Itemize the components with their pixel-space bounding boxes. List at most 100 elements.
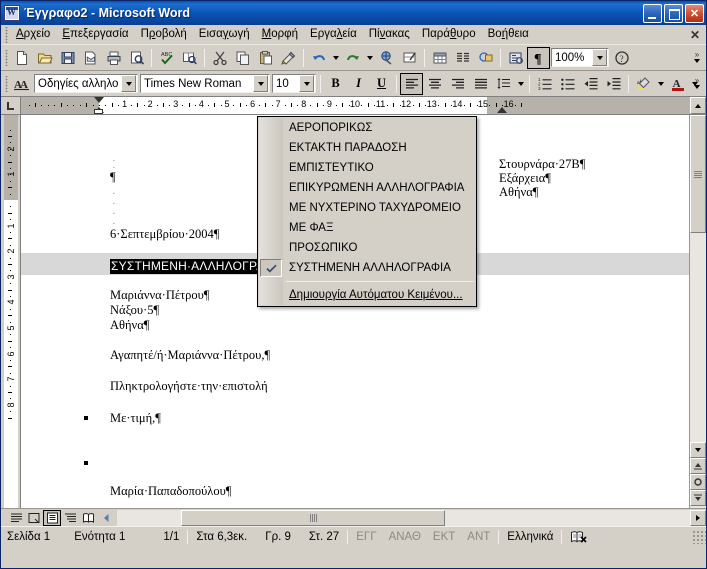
minimize-button[interactable] xyxy=(643,3,662,23)
vertical-ruler[interactable]: 2 1 1 2 3 4 5 6 7 8 xyxy=(1,115,21,508)
format-painter-icon[interactable] xyxy=(277,47,300,69)
print-layout-view-icon[interactable] xyxy=(43,509,61,526)
menu-item-tools[interactable]: Εργαλεία xyxy=(304,26,363,43)
status-language[interactable]: Ελληνικά xyxy=(501,530,559,545)
increase-indent-icon[interactable] xyxy=(602,73,625,95)
styles-and-formatting-icon[interactable]: AA xyxy=(10,73,33,95)
reading-layout-view-icon[interactable] xyxy=(79,510,97,526)
bold-button[interactable]: B xyxy=(324,73,347,95)
align-justify-icon[interactable] xyxy=(469,73,492,95)
previous-page-button[interactable] xyxy=(97,510,115,526)
left-indent-marker[interactable] xyxy=(94,109,103,114)
document-text-line[interactable]: Αγαπητέ/ή·Μαριάννα·Πέτρου,¶ xyxy=(110,348,270,363)
print-preview-icon[interactable] xyxy=(125,47,148,69)
zoom-dropdown-arrow-icon[interactable] xyxy=(592,49,607,66)
document-text-line[interactable]: Με·τιμή,¶ xyxy=(110,411,161,426)
bulleted-list-icon[interactable] xyxy=(556,73,579,95)
maximize-button[interactable] xyxy=(664,3,683,23)
zoom-combo[interactable]: 100% xyxy=(551,48,609,67)
menu-item-format[interactable]: Μορφή xyxy=(256,26,304,43)
close-document-icon[interactable]: ✕ xyxy=(690,28,700,42)
font-size-combo[interactable]: 10 xyxy=(272,74,316,93)
highlight-color-dropdown-arrow-icon[interactable] xyxy=(655,73,666,95)
vertical-scrollbar-thumb[interactable] xyxy=(690,115,706,233)
save-disk-icon[interactable] xyxy=(56,47,79,69)
address-text-line[interactable]: Αθήνα¶ xyxy=(499,185,538,200)
document-text-line[interactable]: Νάξου·5¶ xyxy=(110,303,159,318)
highlight-color-icon[interactable]: ab xyxy=(632,73,655,95)
select-browse-object-next-icon[interactable] xyxy=(690,490,706,506)
italic-button[interactable]: I xyxy=(347,73,370,95)
document-text-line[interactable]: Αθήνα¶ xyxy=(110,318,149,333)
standard-toolbar-drag-handle[interactable] xyxy=(3,49,10,66)
print-icon[interactable] xyxy=(102,47,125,69)
style-combo[interactable]: Οδηγίες αλληλο xyxy=(34,74,138,93)
show-formatting-marks-icon[interactable]: ¶ xyxy=(527,46,550,69)
mail-recipient-icon[interactable] xyxy=(79,47,102,69)
window-resize-handle[interactable] xyxy=(692,530,706,544)
formatting-toolbar-drag-handle[interactable] xyxy=(3,75,10,92)
font-combo[interactable]: Times New Roman xyxy=(140,74,270,93)
menu-item-create-autotext-entry[interactable]: Δημιουργία Αυτόματου Κειμένου... xyxy=(258,285,476,305)
horizontal-scrollbar[interactable] xyxy=(117,509,706,526)
line-spacing-dropdown-arrow-icon[interactable] xyxy=(515,73,526,95)
align-right-icon[interactable] xyxy=(446,73,469,95)
help-icon[interactable]: ? xyxy=(610,47,633,69)
title-bar[interactable]: Έγγραφο2 - Microsoft Word ✕ xyxy=(1,1,706,25)
menu-item-view[interactable]: Προβολή xyxy=(135,26,193,43)
menu-item-autotext-entry[interactable]: ΑΕΡΟΠΟΡΙΚΩΣ xyxy=(258,118,476,138)
spell-check-icon[interactable]: ABC xyxy=(155,47,178,69)
horizontal-ruler[interactable]: 1 2 3 4 5 6 7 8 9 10 11 12 13 14 15 16 xyxy=(1,97,706,115)
vertical-ruler-scale[interactable]: 2 1 1 2 3 4 5 6 7 8 xyxy=(4,115,18,508)
status-overtype-mode[interactable]: ΑΝΤ xyxy=(461,530,496,545)
spelling-and-grammar-status-icon[interactable] xyxy=(564,530,594,545)
address-text-line[interactable]: Εξάρχεια¶ xyxy=(499,171,551,186)
menu-item-autotext-entry[interactable]: ΜΕ ΝΥΧΤΕΡΙΝΟ ΤΑΧΥΔΡΟΜΕΙΟ xyxy=(258,198,476,218)
underline-button[interactable]: U xyxy=(370,73,393,95)
style-dropdown-arrow-icon[interactable] xyxy=(121,75,136,92)
scroll-down-button[interactable] xyxy=(690,442,706,458)
document-text-line[interactable]: Πληκτρολογήστε·την·επιστολή xyxy=(110,379,268,394)
right-indent-marker[interactable] xyxy=(496,107,507,113)
align-left-icon[interactable] xyxy=(400,72,423,95)
first-line-indent-marker[interactable] xyxy=(94,97,104,103)
insert-columns-icon[interactable] xyxy=(451,47,474,69)
menu-item-edit[interactable]: Επεξεργασία xyxy=(56,26,134,43)
menu-item-autotext-entry[interactable]: ΕΠΙΚΥΡΩΜΕΝΗ ΑΛΛΗΛΟΓΡΑΦΙΑ xyxy=(258,178,476,198)
tab-stop-selector-button[interactable] xyxy=(1,97,21,114)
undo-dropdown-arrow-icon[interactable] xyxy=(330,47,341,69)
formatting-toolbar-overflow-button[interactable]: » xyxy=(690,72,704,94)
web-layout-view-icon[interactable] xyxy=(25,510,43,526)
address-text-line[interactable]: Στουρνάρα·27Β¶ xyxy=(499,157,585,172)
font-dropdown-arrow-icon[interactable] xyxy=(253,75,268,92)
line-spacing-icon[interactable] xyxy=(492,73,515,95)
normal-view-icon[interactable] xyxy=(7,510,25,526)
menu-item-insert[interactable]: Εισαγωγή xyxy=(193,26,256,43)
scroll-right-button[interactable] xyxy=(690,509,706,526)
drawing-icon[interactable] xyxy=(474,47,497,69)
vertical-scrollbar[interactable] xyxy=(689,115,706,508)
copy-icon[interactable] xyxy=(231,47,254,69)
document-text-line[interactable]: ¶ xyxy=(110,170,116,185)
horizontal-ruler-scale[interactable]: 1 2 3 4 5 6 7 8 9 10 11 12 13 14 15 16 xyxy=(21,97,690,114)
menu-item-autotext-entry[interactable]: ΣΥΣΤΗΜΕΝΗ ΑΛΛΗΛΟΓΡΑΦΙΑ xyxy=(258,258,476,278)
horizontal-scrollbar-thumb[interactable] xyxy=(181,509,445,526)
redo-dropdown-arrow-icon[interactable] xyxy=(364,47,375,69)
undo-icon[interactable] xyxy=(307,47,330,69)
autotext-context-menu[interactable]: ΑΕΡΟΠΟΡΙΚΩΣ ΕΚΤΑΚΤΗ ΠΑΡΑΔΟΣΗ ΕΜΠΙΣΤΕΥΤΙΚΟ Ε… xyxy=(257,116,477,307)
align-center-icon[interactable] xyxy=(423,73,446,95)
outline-view-icon[interactable] xyxy=(61,510,79,526)
menu-item-autotext-entry[interactable]: ΕΚΤΑΚΤΗ ΠΑΡΑΔΟΣΗ xyxy=(258,138,476,158)
document-text-line[interactable]: Μαρία·Παπαδοπούλου¶ xyxy=(110,484,231,499)
redo-icon[interactable] xyxy=(341,47,364,69)
menu-item-autotext-entry[interactable]: ΠΡΟΣΩΠΙΚΟ xyxy=(258,238,476,258)
tables-and-borders-icon[interactable] xyxy=(398,47,421,69)
insert-hyperlink-icon[interactable] xyxy=(375,47,398,69)
open-folder-icon[interactable] xyxy=(33,47,56,69)
scroll-up-button[interactable] xyxy=(690,97,706,114)
menu-item-file[interactable]: Αρχείο xyxy=(10,26,56,43)
font-color-icon[interactable]: A xyxy=(666,73,689,95)
document-text-line[interactable]: 6·Σεπτεμβρίου·2004¶ xyxy=(110,227,219,242)
menu-item-help[interactable]: Βοήθεια xyxy=(482,26,535,43)
select-browse-object-prev-icon[interactable] xyxy=(690,458,706,474)
